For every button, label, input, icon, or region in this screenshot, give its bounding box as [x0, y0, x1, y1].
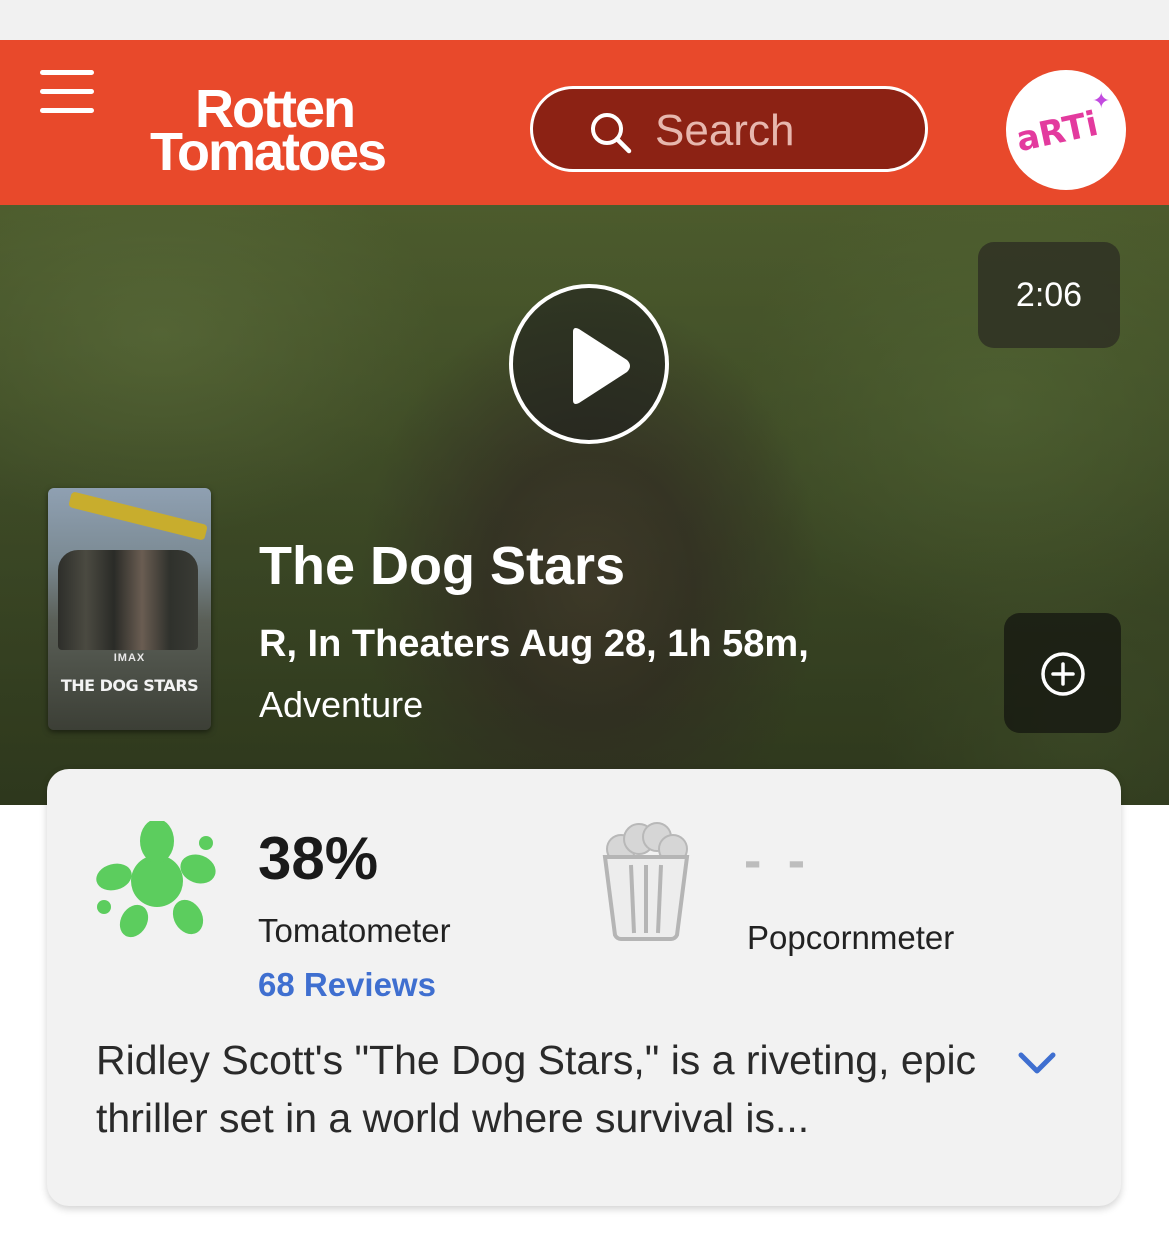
arti-label: aRTi [1012, 103, 1102, 161]
status-strip [0, 0, 1169, 40]
rotten-splat-icon [96, 821, 216, 938]
add-to-watchlist-button[interactable] [1004, 613, 1121, 733]
plus-circle-icon [1041, 652, 1085, 696]
play-trailer-button[interactable] [509, 284, 669, 444]
popcornmeter-label: Popcornmeter [747, 919, 955, 956]
rotten-tomatoes-logo[interactable]: Rotten Tomatoes [150, 82, 480, 185]
arti-assistant-button[interactable]: aRTi ✦ [1006, 70, 1126, 190]
tomatometer-score: 38% [258, 825, 379, 892]
movie-genre: Adventure [259, 684, 424, 725]
popcornmeter-score: - - [744, 832, 812, 890]
hamburger-menu-icon[interactable] [40, 70, 96, 114]
search-icon [591, 113, 632, 154]
movie-poster[interactable]: IMAX THE DOG STARS [48, 488, 211, 730]
tomatometer-label: Tomatometer [258, 912, 451, 949]
movie-meta: R, In Theaters Aug 28, 1h 58m, [259, 623, 809, 665]
chevron-down-icon[interactable] [1017, 1051, 1057, 1077]
poster-title: THE DOG STARS [60, 676, 199, 695]
popcorn-bucket-icon [602, 822, 690, 941]
search-input[interactable]: Search [530, 86, 928, 172]
movie-title: The Dog Stars [259, 536, 626, 596]
trailer-duration-badge: 2:06 [978, 242, 1120, 348]
score-card: 38% Tomatometer 68 Reviews - - Popcornme… [47, 769, 1121, 1206]
poster-imax-label: IMAX [113, 652, 146, 664]
top-nav-bar: Rotten Tomatoes Search aRTi ✦ [0, 40, 1169, 205]
sparkle-icon: ✦ [1092, 88, 1111, 113]
search-placeholder: Search [655, 106, 795, 155]
logo-line-2: Tomatoes [150, 122, 387, 182]
play-icon [573, 328, 630, 404]
reviews-link[interactable]: 68 Reviews [258, 966, 436, 1004]
critics-consensus-text[interactable]: Ridley Scott's "The Dog Stars," is a riv… [96, 1031, 996, 1147]
hero-trailer: 2:06 IMAX THE DOG STARS The Dog Stars R,… [0, 205, 1169, 805]
